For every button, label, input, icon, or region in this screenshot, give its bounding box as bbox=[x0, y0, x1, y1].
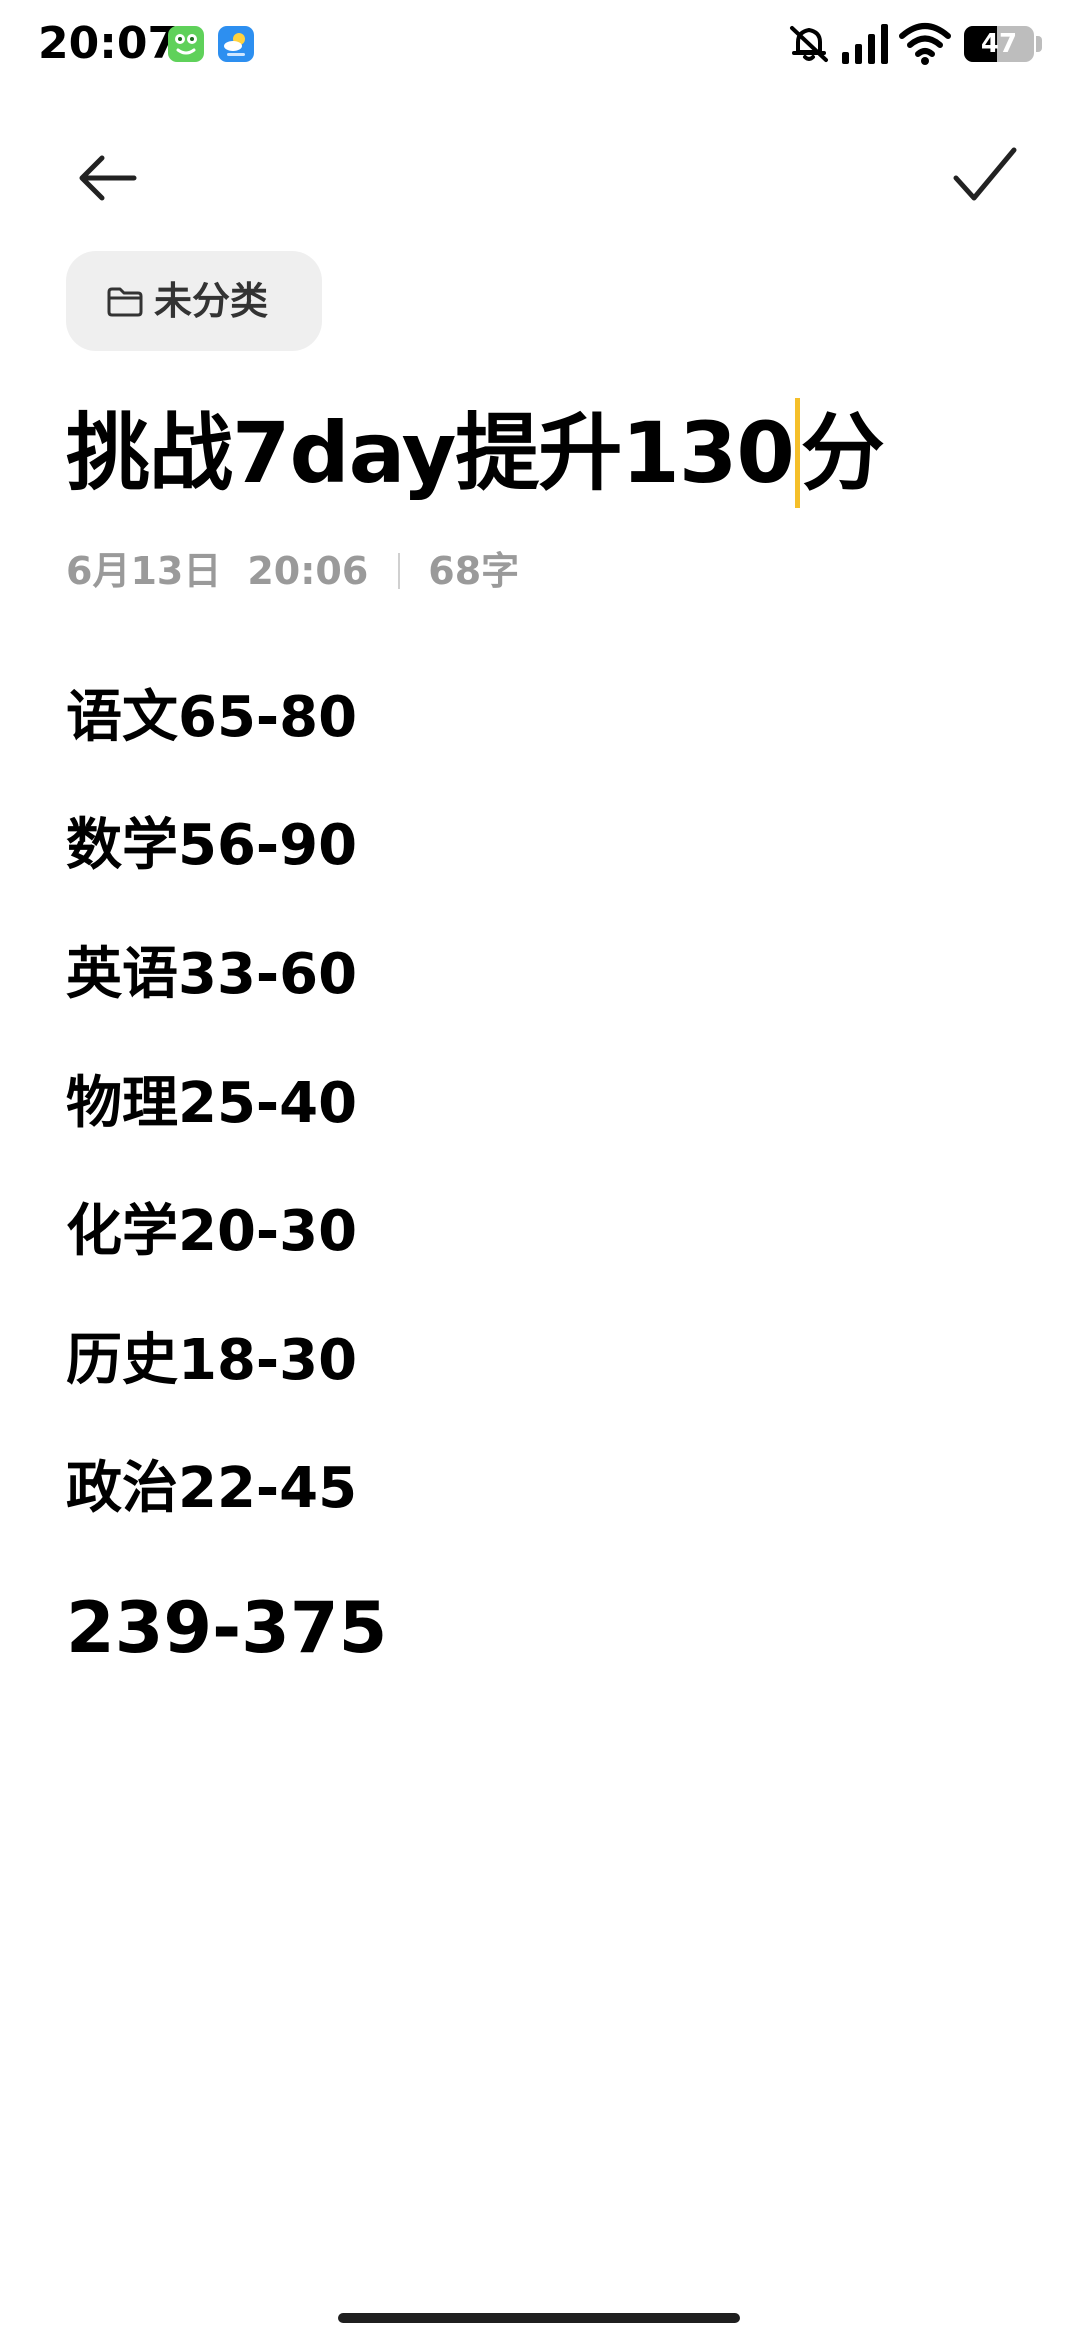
wifi-icon bbox=[899, 23, 951, 65]
note-line[interactable]: 数学56-90 bbox=[66, 808, 357, 884]
home-indicator[interactable] bbox=[338, 2313, 740, 2323]
confirm-button[interactable] bbox=[940, 130, 1030, 220]
mute-icon bbox=[790, 26, 828, 62]
battery-icon: 47 bbox=[964, 26, 1034, 62]
system-status-icons: 47 bbox=[786, 20, 1046, 70]
note-time: 20:06 bbox=[247, 549, 369, 593]
category-label: 未分类 bbox=[154, 279, 269, 323]
note-meta: 6月13日 20:06 68字 bbox=[66, 546, 519, 596]
note-line[interactable]: 物理25-40 bbox=[66, 1066, 357, 1142]
note-total-line[interactable]: 239-375 bbox=[66, 1580, 387, 1676]
battery-cap bbox=[1036, 36, 1042, 52]
back-button[interactable] bbox=[60, 130, 160, 220]
frog-app-icon bbox=[168, 26, 204, 62]
status-bar: 20:07 47 bbox=[0, 0, 1080, 92]
note-date: 6月13日 bbox=[66, 549, 222, 593]
folder-icon bbox=[107, 287, 143, 317]
note-line[interactable]: 语文65-80 bbox=[66, 680, 357, 756]
note-title-text-end: 分 bbox=[800, 404, 885, 502]
category-chip[interactable]: 未分类 bbox=[66, 251, 322, 351]
arrow-left-icon bbox=[79, 155, 137, 201]
note-line[interactable]: 政治22-45 bbox=[66, 1451, 357, 1527]
note-title-text: 挑战7day提升130 bbox=[66, 404, 795, 502]
note-line[interactable]: 化学20-30 bbox=[66, 1194, 357, 1270]
note-title-input[interactable]: 挑战7day提升130分 bbox=[66, 398, 885, 508]
meta-divider bbox=[398, 552, 401, 589]
note-line[interactable]: 历史18-30 bbox=[66, 1323, 357, 1399]
text-cursor bbox=[794, 398, 800, 508]
checkmark-icon bbox=[953, 147, 1017, 201]
status-time: 20:07 bbox=[38, 18, 179, 69]
note-line[interactable]: 英语33-60 bbox=[66, 937, 357, 1013]
weather-app-icon bbox=[218, 26, 254, 62]
signal-icon bbox=[842, 24, 888, 64]
battery-level: 47 bbox=[980, 29, 1018, 59]
note-char-count: 68字 bbox=[428, 549, 520, 593]
